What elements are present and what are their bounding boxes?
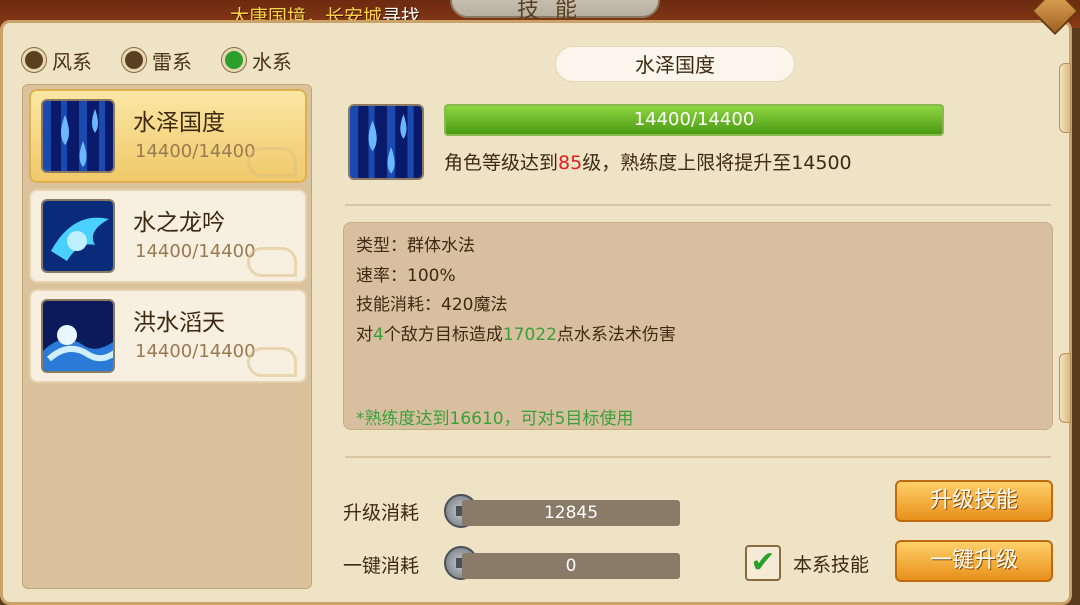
rain-drops-icon [348,104,424,180]
skill-item-water-dragon[interactable]: 水之龙吟 14400/14400 [29,189,307,283]
skill-cost: 技能消耗：420魔法 [356,295,508,315]
skill-list: 水泽国度 14400/14400 水之龙吟 14400/14400 洪水滔天 1… [22,84,312,589]
damage-text: 个敌方目标造成 [383,325,503,345]
skill-name: 水泽国度 [133,110,225,136]
divider [345,456,1051,458]
skill-progress: 14400/14400 [135,141,256,162]
upgrade-cost-value: 12845 [462,500,680,526]
tab-water[interactable]: 水系 [222,46,292,74]
hint-text-after: 级，熟练度上限将提升至14500 [582,152,852,174]
skill-title-banner: 水泽国度 [555,46,795,82]
upgrade-skill-button[interactable]: 升级技能 [895,480,1053,522]
tab-thunder-label: 雷系 [152,49,192,74]
window-title: 技能 [450,0,660,23]
skill-speed: 速率：100% [356,266,456,286]
skill-progress: 14400/14400 [135,341,256,362]
radio-water[interactable] [222,48,246,72]
damage-text: 对 [356,325,373,345]
tab-thunder[interactable]: 雷系 [122,46,192,74]
level-hint: 角色等级达到85级，熟练度上限将提升至14500 [444,148,852,175]
skill-damage: 对4个敌方目标造成17022点水系法术伤害 [356,320,676,345]
cloud-ornament-icon [247,347,297,377]
tab-wind[interactable]: 风系 [22,46,92,74]
skill-description: 类型：群体水法 速率：100% 技能消耗：420魔法 对4个敌方目标造成1702… [343,222,1053,430]
radio-thunder[interactable] [122,48,146,72]
tab-wind-label: 风系 [52,49,92,74]
rain-drops-icon [41,99,115,173]
proficiency-text: 14400/14400 [633,109,755,130]
onekey-upgrade-button[interactable]: 一键升级 [895,540,1053,582]
radio-wind[interactable] [22,48,46,72]
onekey-cost-label: 一键消耗 [343,555,420,577]
proficiency-bar: 14400/14400 [444,104,944,136]
skill-name: 水之龙吟 [133,210,225,236]
skill-item-water-realm[interactable]: 水泽国度 14400/14400 [29,89,307,183]
skill-type: 类型：群体水法 [356,236,475,256]
damage-targets: 4 [373,325,384,345]
skill-progress: 14400/14400 [135,241,256,262]
side-tab[interactable] [1059,63,1071,133]
skill-item-flood[interactable]: 洪水滔天 14400/14400 [29,289,307,383]
same-school-checkbox[interactable]: ✔ [745,545,781,581]
cloud-ornament-icon [247,147,297,177]
upgrade-cost-label: 升级消耗 [343,502,420,524]
proficiency-note: *熟练度达到16610，可对5目标使用 [356,409,634,429]
water-dragon-icon [41,199,115,273]
hint-level: 85 [558,152,583,174]
same-school-label: 本系技能 [793,554,870,576]
skill-name: 洪水滔天 [133,310,225,336]
side-tab[interactable] [1059,353,1071,423]
cloud-ornament-icon [247,247,297,277]
onekey-cost-value: 0 [462,553,680,579]
hint-text: 角色等级达到 [444,152,559,174]
damage-value: 17022 [502,325,557,345]
tab-water-label: 水系 [252,49,292,74]
flood-wave-icon [41,299,115,373]
damage-text: 点水系法术伤害 [556,325,676,345]
divider [345,204,1051,206]
